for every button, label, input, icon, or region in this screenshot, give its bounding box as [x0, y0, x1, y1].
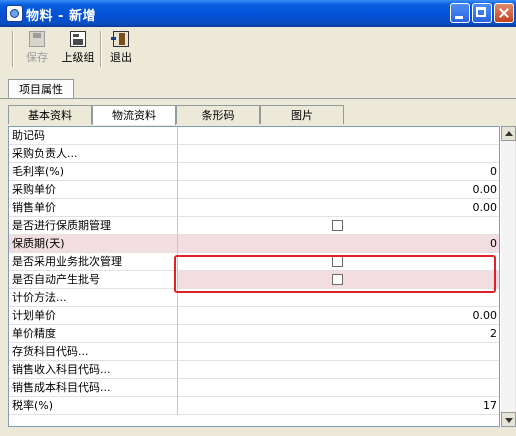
grid-row-sales-income-account: 销售收入科目代码... — [9, 361, 499, 379]
row-label: 计划单价 — [9, 307, 178, 325]
parent-group-button[interactable]: 上级组 — [56, 29, 100, 69]
row-label: 助记码 — [9, 127, 178, 145]
row-value[interactable] — [178, 361, 499, 379]
scroll-down-icon[interactable] — [501, 412, 516, 427]
row-value[interactable] — [178, 145, 499, 163]
tab-barcode[interactable]: 条形码 — [176, 105, 260, 124]
section-divider — [0, 98, 516, 99]
toolbar: 保存 上级组 退出 — [0, 27, 516, 71]
row-value — [178, 271, 499, 289]
exit-icon — [111, 31, 129, 47]
row-value[interactable]: 0.00 — [178, 199, 499, 217]
grid-row-auto-batch-number: 是否自动产生批号 — [9, 271, 499, 289]
row-value[interactable] — [178, 127, 499, 145]
tab-basic-info[interactable]: 基本资料 — [8, 105, 92, 124]
close-button[interactable] — [494, 3, 514, 23]
maximize-button[interactable] — [472, 3, 492, 23]
shelf-life-mgmt-checkbox[interactable] — [332, 220, 343, 231]
grid-row-purchase-price: 采购单价 0.00 — [9, 181, 499, 199]
row-label[interactable]: 采购负责人... — [9, 145, 178, 163]
grid-row-planned-price: 计划单价 0.00 — [9, 307, 499, 325]
grid-row-sales-cost-account: 销售成本科目代码... — [9, 379, 499, 397]
grid-row-shelf-life-mgmt: 是否进行保质期管理 — [9, 217, 499, 235]
exit-button[interactable]: 退出 — [106, 29, 136, 69]
row-label: 是否进行保质期管理 — [9, 217, 178, 235]
row-value[interactable] — [178, 289, 499, 307]
row-label[interactable]: 计价方法... — [9, 289, 178, 307]
grid-row-mnemonic: 助记码 — [9, 127, 499, 145]
minimize-button[interactable] — [450, 3, 470, 23]
grid-row-gross-margin: 毛利率(%) 0 — [9, 163, 499, 181]
app-icon[interactable] — [6, 5, 23, 22]
row-value[interactable]: 0 — [178, 235, 499, 253]
save-button[interactable]: 保存 — [22, 29, 52, 69]
row-value — [178, 217, 499, 235]
row-label[interactable]: 销售收入科目代码... — [9, 361, 178, 379]
auto-batch-number-checkbox[interactable] — [332, 274, 343, 285]
row-label: 销售单价 — [9, 199, 178, 217]
property-grid: 助记码 采购负责人... 毛利率(%) 0 采购单价 0.00 销售单价 0.0… — [8, 126, 500, 427]
grid-row-sale-price: 销售单价 0.00 — [9, 199, 499, 217]
row-value[interactable]: 17 — [178, 397, 499, 415]
grid-row-shelf-life-days: 保质期(天) 0 — [9, 235, 499, 253]
row-value[interactable]: 2 — [178, 325, 499, 343]
window-title: 物料 - 新增 — [26, 9, 96, 24]
row-label: 是否采用业务批次管理 — [9, 253, 178, 271]
row-label[interactable]: 存货科目代码... — [9, 343, 178, 361]
tab-image[interactable]: 图片 — [260, 105, 344, 124]
vertical-scrollbar[interactable] — [500, 126, 516, 427]
row-value — [178, 253, 499, 271]
row-value[interactable] — [178, 343, 499, 361]
tab-logistics-info[interactable]: 物流资料 — [92, 105, 176, 125]
parent-group-icon — [70, 31, 86, 47]
row-value[interactable]: 0 — [178, 163, 499, 181]
parent-group-label: 上级组 — [61, 51, 95, 64]
row-value[interactable] — [178, 379, 499, 397]
save-label: 保存 — [26, 51, 48, 64]
row-label[interactable]: 销售成本科目代码... — [9, 379, 178, 397]
grid-row-costing-method: 计价方法... — [9, 289, 499, 307]
horizontal-scrollbar[interactable] — [8, 427, 515, 436]
row-value[interactable]: 0.00 — [178, 307, 499, 325]
batch-mgmt-checkbox[interactable] — [332, 256, 343, 267]
scroll-up-icon[interactable] — [501, 126, 516, 141]
row-label: 采购单价 — [9, 181, 178, 199]
row-label: 保质期(天) — [9, 235, 178, 253]
tab-item-properties[interactable]: 项目属性 — [8, 79, 74, 99]
title-bar: 物料 - 新增 — [0, 0, 516, 27]
grid-row-purchaser: 采购负责人... — [9, 145, 499, 163]
save-icon — [29, 31, 45, 47]
row-value[interactable]: 0.00 — [178, 181, 499, 199]
grid-row-tax-rate: 税率(%) 17 — [9, 397, 499, 415]
row-label: 毛利率(%) — [9, 163, 178, 181]
row-label: 是否自动产生批号 — [9, 271, 178, 289]
exit-label: 退出 — [110, 51, 132, 64]
grid-row-price-precision: 单价精度 2 — [9, 325, 499, 343]
row-label: 单价精度 — [9, 325, 178, 343]
grid-row-inventory-account: 存货科目代码... — [9, 343, 499, 361]
grid-row-batch-mgmt: 是否采用业务批次管理 — [9, 253, 499, 271]
row-label: 税率(%) — [9, 397, 178, 415]
